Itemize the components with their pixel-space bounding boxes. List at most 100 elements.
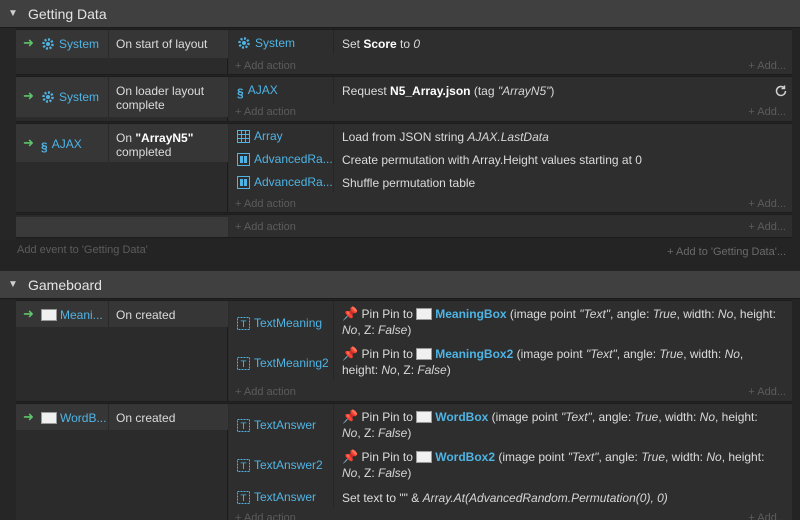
event-block[interactable]: ➜ § AJAX On "ArrayN5" completed Array Load… <box>16 123 792 213</box>
divider <box>333 301 334 341</box>
action-row[interactable]: T TextMeaning2 📌 Pin Pin to MeaningBox2 (… <box>229 341 792 381</box>
conditions-area: ➜ § AJAX On "ArrayN5" completed <box>16 124 228 212</box>
condition-row[interactable]: ➜ System On loader layout complete <box>16 77 228 117</box>
action-row[interactable]: System Set Score to 0 <box>229 30 792 54</box>
actions-area: § AJAX Request N5_Array.json (tag "ArrayN… <box>229 77 792 121</box>
actions-area: + Add action + Add... <box>229 215 792 237</box>
sprite-thumbnail <box>41 309 57 321</box>
divider <box>108 404 109 430</box>
add-menu-link[interactable]: + Add... <box>748 198 786 210</box>
dice-icon <box>237 176 250 189</box>
add-action-link[interactable]: + Add action <box>235 106 296 118</box>
divider <box>333 77 334 103</box>
action-object[interactable]: § AJAX <box>237 83 333 100</box>
pin-icon: 📌 <box>342 306 359 321</box>
svg-text:T: T <box>240 422 247 432</box>
condition-row[interactable]: ➜ System On start of layout <box>16 30 228 58</box>
condition-row[interactable]: ➜ WordB... On created <box>16 404 228 430</box>
condition-row[interactable]: ➜ Meani... On created <box>16 301 228 327</box>
action-object[interactable]: T TextMeaning <box>237 316 333 330</box>
action-object[interactable]: T TextAnswer2 <box>237 458 333 472</box>
actions-area: Array Load from JSON string AJAX.LastDat… <box>229 124 792 212</box>
condition-text: On "ArrayN5" completed <box>116 131 194 159</box>
add-menu-link[interactable]: + Add... <box>748 386 786 398</box>
gear-icon <box>238 37 250 49</box>
text-icon: T <box>237 317 250 330</box>
condition-object[interactable]: System <box>41 90 99 104</box>
action-row[interactable]: § AJAX Request N5_Array.json (tag "ArrayN… <box>229 77 792 103</box>
sprite-thumbnail <box>416 308 433 320</box>
collapse-triangle-icon[interactable]: ▼ <box>8 8 18 19</box>
sprite-thumbnail <box>416 348 433 360</box>
collapse-triangle-icon[interactable]: ▼ <box>8 279 18 290</box>
svg-text:T: T <box>240 320 247 330</box>
group-title: Getting Data <box>28 6 107 22</box>
action-object[interactable]: T TextMeaning2 <box>237 356 333 370</box>
action-object[interactable]: AdvancedRa... <box>237 152 333 166</box>
condition-object[interactable]: § AJAX <box>41 137 82 154</box>
action-row[interactable]: AdvancedRa... Create permutation with Ar… <box>229 147 792 170</box>
event-block[interactable]: ➜ System On loader layout complete § AJAX… <box>16 76 792 122</box>
add-action-link[interactable]: + Add action <box>235 512 296 520</box>
empty-event-block[interactable]: + Add action + Add... <box>16 214 792 238</box>
conditions-area: ➜ Meani... On created <box>16 301 228 401</box>
action-object[interactable]: AdvancedRa... <box>237 175 333 189</box>
condition-object[interactable]: WordB... <box>41 411 106 425</box>
divider <box>333 341 334 381</box>
condition-object[interactable]: Meani... <box>41 308 103 322</box>
action-object[interactable]: Array <box>237 129 333 143</box>
conditions-area: ➜ System On start of layout <box>16 30 228 74</box>
action-text: Shuffle permutation table <box>342 176 476 190</box>
action-object[interactable]: T TextAnswer <box>237 490 333 504</box>
action-row[interactable]: T TextAnswer2 📌 Pin Pin to WordBox2 (imag… <box>229 444 792 484</box>
action-row[interactable]: AdvancedRa... Shuffle permutation table <box>229 170 792 193</box>
pin-icon: 📌 <box>342 346 359 361</box>
divider <box>333 124 334 147</box>
action-text: 📌 Pin Pin to WordBox2 (image point "Text… <box>342 449 765 480</box>
divider <box>108 30 109 58</box>
add-to-group-link[interactable]: + Add to 'Getting Data'... <box>667 246 786 258</box>
add-action-link[interactable]: + Add action <box>235 60 296 72</box>
gear-icon <box>42 91 54 103</box>
condition-row[interactable]: ➜ § AJAX On "ArrayN5" completed <box>16 124 228 162</box>
add-menu-link[interactable]: + Add... <box>748 106 786 118</box>
add-menu-link[interactable]: + Add... <box>748 221 786 233</box>
add-menu-link[interactable]: + Add... <box>748 512 786 520</box>
action-text: 📌 Pin Pin to MeaningBox2 (image point "T… <box>342 346 744 377</box>
event-block[interactable]: ➜ System On start of layout System Set S… <box>16 29 792 75</box>
ajax-icon: § <box>237 86 244 100</box>
action-text: Set text to "" & Array.At(AdvancedRandom… <box>342 491 668 505</box>
group-header-getting-data[interactable]: ▼ Getting Data <box>0 0 800 28</box>
action-row[interactable]: Array Load from JSON string AJAX.LastDat… <box>229 124 792 147</box>
event-block[interactable]: ➜ WordB... On created T TextAnswer 📌 Pin … <box>16 403 792 520</box>
divider <box>333 404 334 444</box>
add-action-link[interactable]: + Add action <box>235 221 296 233</box>
add-action-link[interactable]: + Add action <box>235 198 296 210</box>
text-icon: T <box>237 459 250 472</box>
action-row[interactable]: T TextAnswer 📌 Pin Pin to WordBox (image … <box>229 404 792 444</box>
dice-icon <box>237 153 250 166</box>
action-object[interactable]: System <box>237 36 333 50</box>
sprite-thumbnail <box>41 412 57 424</box>
add-menu-link[interactable]: + Add... <box>748 60 786 72</box>
refresh-icon[interactable] <box>774 84 788 98</box>
add-action-link[interactable]: + Add action <box>235 386 296 398</box>
condition-object[interactable]: System <box>41 37 99 51</box>
condition-text: On loader layout complete <box>116 84 205 112</box>
divider <box>333 147 334 170</box>
text-icon: T <box>237 491 250 504</box>
action-row[interactable]: T TextAnswer Set text to "" & Array.At(Ad… <box>229 484 792 508</box>
action-text: Set Score to 0 <box>342 37 421 51</box>
group-header-gameboard[interactable]: ▼ Gameboard <box>0 271 800 299</box>
event-block[interactable]: ➜ Meani... On created T TextMeaning 📌 Pin… <box>16 300 792 402</box>
pin-icon: 📌 <box>342 409 359 424</box>
condition-arrow-icon: ➜ <box>23 88 34 103</box>
add-event-link[interactable]: Add event to 'Getting Data' <box>17 244 148 256</box>
ajax-icon: § <box>41 140 48 154</box>
actions-area: T TextAnswer 📌 Pin Pin to WordBox (image … <box>229 404 792 520</box>
action-object[interactable]: T TextAnswer <box>237 418 333 432</box>
empty-condition[interactable] <box>16 217 228 237</box>
divider <box>108 301 109 327</box>
conditions-area: ➜ WordB... On created <box>16 404 228 520</box>
action-row[interactable]: T TextMeaning 📌 Pin Pin to MeaningBox (im… <box>229 301 792 341</box>
